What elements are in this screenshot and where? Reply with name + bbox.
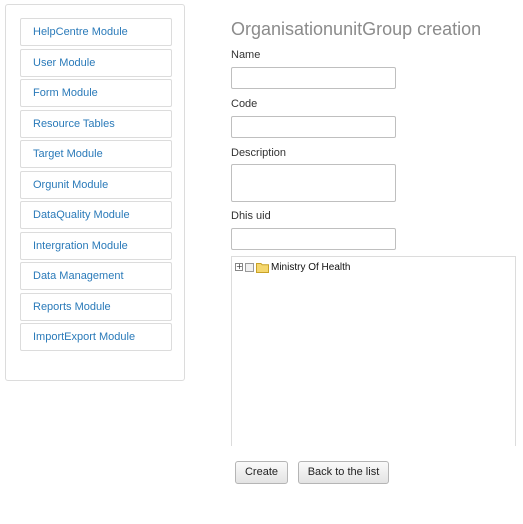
sidebar-item-orgunit-module[interactable]: Orgunit Module <box>20 171 172 199</box>
sidebar-item-helpcentre-module[interactable]: HelpCentre Module <box>20 18 172 46</box>
sidebar-item-target-module[interactable]: Target Module <box>20 140 172 168</box>
sidebar-item-resource-tables[interactable]: Resource Tables <box>20 110 172 138</box>
tree-node-label[interactable]: Ministry Of Health <box>271 262 350 273</box>
back-to-list-button[interactable]: Back to the list <box>298 461 389 484</box>
name-label: Name <box>231 49 261 61</box>
folder-icon <box>256 262 269 273</box>
tree-node-root: + Ministry Of Health <box>235 261 350 273</box>
orgunit-tree: + Ministry Of Health <box>231 256 516 446</box>
sidebar-item-user-module[interactable]: User Module <box>20 49 172 77</box>
dhis-uid-input[interactable] <box>231 228 396 250</box>
code-input[interactable] <box>231 116 396 138</box>
sidebar-item-data-management[interactable]: Data Management <box>20 262 172 290</box>
sidebar-item-form-module[interactable]: Form Module <box>20 79 172 107</box>
create-button[interactable]: Create <box>235 461 288 484</box>
sidebar-item-reports-module[interactable]: Reports Module <box>20 293 172 321</box>
sidebar-menu: HelpCentre Module User Module Form Modul… <box>5 4 185 381</box>
expand-icon[interactable]: + <box>235 263 243 271</box>
description-textarea[interactable] <box>231 164 396 202</box>
tree-node-checkbox[interactable] <box>245 262 254 272</box>
sidebar-item-dataquality-module[interactable]: DataQuality Module <box>20 201 172 229</box>
sidebar-item-intergration-module[interactable]: Intergration Module <box>20 232 172 260</box>
sidebar-item-importexport-module[interactable]: ImportExport Module <box>20 323 172 351</box>
code-label: Code <box>231 98 258 110</box>
description-label: Description <box>231 147 287 159</box>
dhis-uid-label: Dhis uid <box>231 210 271 222</box>
name-input[interactable] <box>231 67 396 89</box>
page-title: OrganisationunitGroup creation <box>231 19 482 39</box>
